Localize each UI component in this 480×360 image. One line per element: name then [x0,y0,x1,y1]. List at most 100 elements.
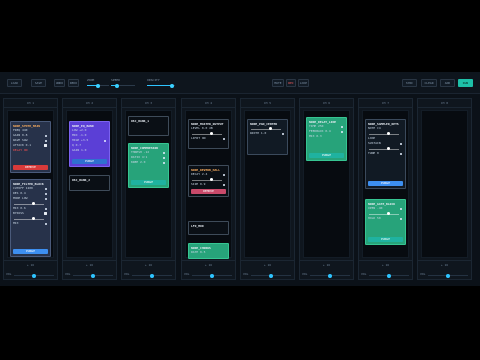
param-slider[interactable] [369,132,399,135]
radio-icon[interactable] [45,197,47,200]
node-card[interactable]: NODE_EQ_BAND LOW +2.0 MID -1.0 HIGH +3.5… [69,121,110,167]
node-action-button[interactable]: PURGE [72,159,107,164]
undo-button[interactable]: UNDO [54,79,65,87]
lane-header[interactable]: CH 2 [63,99,116,108]
sync-button[interactable]: SYNC [402,79,417,87]
lane-volume-track[interactable] [251,273,291,278]
radio-icon[interactable] [163,161,165,164]
lane-volume-control[interactable]: VOL [63,270,116,279]
opacity-slider-track[interactable] [147,83,175,88]
lane-volume-control[interactable]: VOL [241,270,294,279]
loop-button[interactable]: LOOP [298,79,309,87]
radio-icon[interactable] [104,139,106,142]
radio-icon[interactable] [45,139,47,142]
lane-add-button[interactable]: + 16 [241,260,294,269]
node-card[interactable]: NODE_SYNTH_MAIN FREQ 440 GAIN 0.8 WAVE S… [10,121,51,173]
param-slider[interactable] [192,132,222,135]
opacity-slider[interactable]: OPACITY [147,78,175,89]
node-card[interactable]: OSC_BANK_1 [128,116,169,136]
node-action-button[interactable]: PURGE [368,181,403,186]
node-card[interactable]: OSC_BANK_2 [69,175,110,191]
radio-icon[interactable] [45,192,47,195]
node-card[interactable]: NODE_GATE_BLOCK OPEN -40 HOLD 50 PURGE [365,199,406,245]
radio-icon[interactable] [163,156,165,159]
lane-volume-track[interactable] [428,273,468,278]
lane-volume-control[interactable]: VOL [359,270,412,279]
node-action-button[interactable]: REMOVE [13,165,48,170]
radio-icon[interactable] [45,134,47,137]
lane-volume-control[interactable]: VOL [300,270,353,279]
load-button[interactable]: LOAD [7,79,22,87]
param-slider-knob[interactable] [387,147,390,150]
param-slider[interactable] [192,178,222,181]
lane-volume-track[interactable] [14,273,54,278]
node-card[interactable]: NODE_REVERB_HALL DECAY 2.4 SIZE 0.9 REMO… [188,165,229,197]
param-slider[interactable] [369,212,399,215]
lane-add-button[interactable]: + 16 [300,260,353,269]
lane-drop-area[interactable]: NODE_EQ_BAND LOW +2.0 MID -1.0 HIGH +3.5… [66,110,113,258]
lane-drop-area[interactable]: NODE_DELAY_LINE TIME 250 FEEDBACK 0.4 MI… [303,110,350,258]
lane-header[interactable]: CH 5 [241,99,294,108]
param-slider-knob[interactable] [32,202,35,205]
radio-icon[interactable] [400,207,402,210]
param-slider[interactable] [14,217,44,220]
param-slider-knob[interactable] [210,178,213,181]
lane-volume-track[interactable] [310,273,350,278]
add-button[interactable]: ADD [440,79,455,87]
lane-volume-knob[interactable] [387,273,391,278]
node-card[interactable]: NODE_PAN_CENTER WIDTH 1.0 [247,119,288,155]
node-action-button[interactable]: PURGE [131,180,166,185]
lane-volume-knob[interactable] [150,273,154,278]
clear-button[interactable]: CLEAR [421,79,437,87]
lane-header[interactable]: CH 1 [4,99,57,108]
radio-icon[interactable] [400,217,402,220]
lane-add-button[interactable]: + 16 [359,260,412,269]
lane-volume-control[interactable]: VOL [182,270,235,279]
node-card[interactable]: NODE_FILTER_BLOCK CUTOFF 1200 RES 0.4 MO… [10,179,51,257]
node-action-button[interactable]: PURGE [368,237,403,242]
lane-add-button[interactable]: + 16 [182,260,235,269]
radio-icon[interactable] [282,132,284,135]
rec-button[interactable]: REC [286,79,296,87]
node-action-button[interactable]: PURGE [13,249,48,254]
node-card[interactable]: NODE_DELAY_LINE TIME 250 FEEDBACK 0.4 MI… [306,117,347,161]
speed-slider-track[interactable] [111,83,135,88]
param-slider[interactable] [14,202,44,205]
node-card[interactable]: LFO_MOD [188,221,229,235]
zoom-slider-track[interactable] [87,83,109,88]
lane-header[interactable]: CH 3 [122,99,175,108]
param-slider[interactable] [369,147,399,150]
lane-volume-control[interactable]: VOL [4,270,57,279]
param-slider-knob[interactable] [210,132,213,135]
node-card[interactable]: NODE_MASTER_OUTPUT LEVEL 0.0 dB LIMIT ON [188,119,229,149]
lane-drop-area[interactable]: NODE_PAN_CENTER WIDTH 1.0 [244,110,291,258]
lane-volume-control[interactable]: VOL [418,270,471,279]
radio-icon[interactable] [341,125,343,128]
checkbox[interactable] [44,144,47,147]
node-card[interactable]: NODE_SAMPLER_KEYS NOTE C4 LOOP SUSTAIN T… [365,119,406,189]
lane-add-button[interactable]: + 16 [4,260,57,269]
param-slider-knob[interactable] [387,212,390,215]
radio-icon[interactable] [45,222,47,225]
radio-icon[interactable] [223,183,225,186]
lane-volume-knob[interactable] [328,273,332,278]
radio-icon[interactable] [223,173,225,176]
lane-drop-area[interactable] [421,110,468,258]
node-card[interactable]: NODE_COMPRESSOR THRESH -12 RATIO 4:1 KNE… [128,143,169,188]
lane-volume-knob[interactable] [446,273,450,278]
lane-drop-area[interactable]: NODE_SYNTH_MAIN FREQ 440 GAIN 0.8 WAVE S… [7,110,54,258]
param-slider-knob[interactable] [387,132,390,135]
radio-icon[interactable] [341,130,343,133]
lane-header[interactable]: CH 4 [182,99,235,108]
radio-icon[interactable] [400,152,402,155]
lane-volume-knob[interactable] [269,273,273,278]
radio-icon[interactable] [400,142,402,145]
opacity-slider-knob[interactable] [169,83,174,88]
zoom-slider[interactable]: ZOOM [87,78,109,89]
speed-slider-knob[interactable] [115,83,119,88]
param-slider[interactable] [251,127,281,130]
lane-volume-knob[interactable] [210,273,214,278]
lane-volume-track[interactable] [192,273,232,278]
redo-button[interactable]: REDO [68,79,79,87]
radio-icon[interactable] [45,187,47,190]
